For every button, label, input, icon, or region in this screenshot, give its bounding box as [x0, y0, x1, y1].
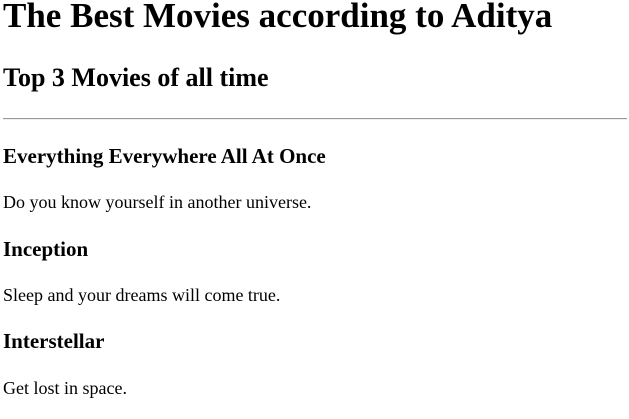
movie-tagline-2: Sleep and your dreams will come true.	[3, 285, 281, 305]
movie-title-3: Interstellar	[3, 329, 105, 353]
movie-title-1: Everything Everywhere All At Once	[3, 144, 326, 168]
movie-title-2: Inception	[3, 237, 89, 261]
page-title: The Best Movies according to Aditya	[3, 0, 553, 35]
movie-tagline-1: Do you know yourself in another universe…	[3, 192, 312, 212]
page-subtitle: Top 3 Movies of all time	[3, 63, 269, 92]
movie-tagline-3: Get lost in space.	[3, 378, 127, 398]
section-divider	[3, 118, 627, 120]
